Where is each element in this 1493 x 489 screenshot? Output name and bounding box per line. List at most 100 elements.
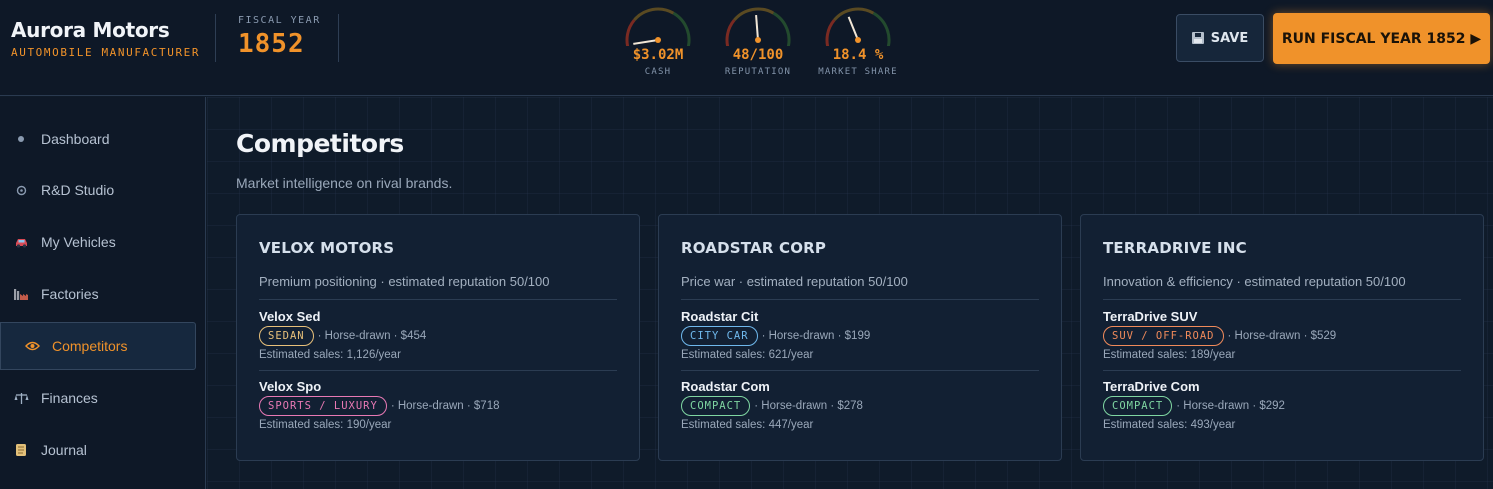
vehicle-name: TerraDrive SUV xyxy=(1103,309,1198,324)
gauge-hub xyxy=(855,37,861,43)
sidebar-item-label: My Vehicles xyxy=(41,234,116,250)
sidebar-item-label: R&D Studio xyxy=(41,182,115,198)
vehicle-name: Roadstar Com xyxy=(681,379,770,394)
gauge-hub xyxy=(655,37,661,43)
vehicle-name: TerraDrive Com xyxy=(1103,379,1200,394)
segment-badge: SPORTS / LUXURY xyxy=(259,396,387,416)
eye-icon xyxy=(24,338,40,354)
sidebar-item-my-vehicles[interactable]: My Vehicles xyxy=(0,218,196,266)
brand: Aurora Motors AUTOMOBILE MANUFACTURER xyxy=(11,18,200,59)
fiscal-year-display: FISCAL YEAR 1852 xyxy=(238,15,321,59)
vehicle-sales: Estimated sales: 447/year xyxy=(681,419,814,431)
segment-badge: CITY CAR xyxy=(681,326,758,346)
vehicle-details: · Horse-drawn · $454 xyxy=(317,330,427,342)
gauge-arc xyxy=(725,19,736,46)
sidebar-item-label: Journal xyxy=(41,442,87,458)
fiscal-year-label: FISCAL YEAR xyxy=(238,15,321,26)
gauge-arc xyxy=(625,19,636,46)
gauge-arc xyxy=(872,11,891,46)
vehicle-sales: Estimated sales: 621/year xyxy=(681,349,814,361)
page-subtitle: Market intelligence on rival brands. xyxy=(236,175,453,191)
competitor-name: TERRADRIVE INC xyxy=(1103,239,1247,257)
gauge-needle xyxy=(755,14,759,41)
vehicle-sales: Estimated sales: 493/year xyxy=(1103,419,1236,431)
brand-subtitle: AUTOMOBILE MANUFACTURER xyxy=(11,46,201,59)
sidebar-item-factories[interactable]: Factories xyxy=(0,270,196,318)
main-content: Competitors Market intelligence on rival… xyxy=(207,97,1493,489)
competitor-card: VELOX MOTORS Premium positioning · estim… xyxy=(236,214,640,461)
sidebar-item-rd-studio[interactable]: R&D Studio xyxy=(0,166,196,214)
sidebar-item-label: Dashboard xyxy=(41,131,110,147)
gear-icon xyxy=(13,182,29,198)
reputation-value: 48/100 xyxy=(732,47,784,63)
cash-gauge: $3.02M CASH xyxy=(608,2,708,88)
save-button[interactable]: SAVE xyxy=(1176,14,1264,62)
gauge-needle xyxy=(847,16,859,41)
sidebar-item-competitors[interactable]: Competitors xyxy=(0,322,196,370)
vehicle-entry: TerraDrive Com COMPACT · Horse-drawn · $… xyxy=(1103,379,1285,431)
divider xyxy=(681,370,1039,371)
divider xyxy=(681,299,1039,300)
sidebar-item-label: Factories xyxy=(41,286,99,302)
vehicle-sales: Estimated sales: 189/year xyxy=(1103,349,1236,361)
vehicle-sales: Estimated sales: 190/year xyxy=(259,419,392,431)
sidebar-item-dashboard[interactable]: Dashboard xyxy=(0,115,196,163)
cash-value: $3.02M xyxy=(632,47,684,63)
divider xyxy=(259,299,617,300)
segment-badge: COMPACT xyxy=(681,396,751,416)
top-bar: Aurora Motors AUTOMOBILE MANUFACTURER FI… xyxy=(0,0,1493,96)
scales-icon xyxy=(13,390,29,406)
competitor-name: VELOX MOTORS xyxy=(259,239,395,257)
market-share-value: 18.4 % xyxy=(832,47,884,63)
vehicle-name: Velox Spo xyxy=(259,379,322,394)
brand-name: Aurora Motors xyxy=(11,18,170,42)
cash-gauge-dial xyxy=(625,7,691,46)
vehicle-name: Roadstar Cit xyxy=(681,309,759,324)
competitor-description: Innovation & efficiency · estimated repu… xyxy=(1103,274,1406,289)
market-share-label: MARKET SHARE xyxy=(818,67,898,77)
vehicle-details: · Horse-drawn · $718 xyxy=(390,400,500,412)
gauge-needle xyxy=(633,39,659,45)
header-divider xyxy=(338,14,339,62)
competitor-card: TERRADRIVE INC Innovation & efficiency ·… xyxy=(1080,214,1484,461)
vehicle-entry: Velox Spo SPORTS / LUXURY · Horse-drawn … xyxy=(259,379,499,431)
car-icon xyxy=(13,234,29,250)
competitor-description: Price war · estimated reputation 50/100 xyxy=(681,274,908,289)
segment-badge: COMPACT xyxy=(1103,396,1173,416)
fiscal-year-value: 1852 xyxy=(238,29,305,59)
vehicle-details: · Horse-drawn · $292 xyxy=(1176,400,1285,412)
header-divider xyxy=(215,14,216,62)
sidebar: Dashboard R&D Studio My Vehicles Factori… xyxy=(0,97,206,489)
vehicle-entry: TerraDrive SUV SUV / OFF-ROAD · Horse-dr… xyxy=(1103,309,1336,361)
reputation-label: REPUTATION xyxy=(724,67,792,77)
run-fiscal-year-button[interactable]: RUN FISCAL YEAR 1852 ▶ xyxy=(1273,13,1490,64)
competitor-description: Premium positioning · estimated reputati… xyxy=(259,274,550,289)
factory-icon xyxy=(13,286,29,302)
page-title: Competitors xyxy=(236,129,404,158)
reputation-gauge: 48/100 REPUTATION xyxy=(708,2,808,88)
sidebar-item-label: Finances xyxy=(41,390,98,406)
gauge-arc xyxy=(833,7,875,22)
market-share-gauge: 18.4 % MARKET SHARE xyxy=(808,2,908,88)
segment-badge: SEDAN xyxy=(259,326,314,346)
competitor-name: ROADSTAR CORP xyxy=(681,239,827,257)
cash-label: CASH xyxy=(644,67,672,77)
dot-icon xyxy=(13,131,29,147)
divider xyxy=(1103,370,1461,371)
vehicle-entry: Roadstar Com COMPACT · Horse-drawn · $27… xyxy=(681,379,863,431)
gauge-hub xyxy=(755,37,761,43)
reputation-gauge-dial xyxy=(725,7,791,46)
vehicle-sales: Estimated sales: 1,126/year xyxy=(259,349,401,361)
market-share-gauge-dial xyxy=(825,7,891,46)
gauge-arc xyxy=(825,19,836,46)
sidebar-item-finances[interactable]: Finances xyxy=(0,374,196,422)
gauge-arc xyxy=(633,7,675,22)
sidebar-item-label: Competitors xyxy=(52,338,128,354)
sidebar-item-journal[interactable]: Journal xyxy=(0,426,196,474)
vehicle-name: Velox Sed xyxy=(259,309,321,324)
gauge-arc xyxy=(733,7,775,22)
vehicle-entry: Velox Sed SEDAN · Horse-drawn · $454 Est… xyxy=(259,309,426,361)
save-button-label: SAVE xyxy=(1210,30,1249,46)
vehicle-entry: Roadstar Cit CITY CAR · Horse-drawn · $1… xyxy=(681,309,870,361)
vehicle-details: · Horse-drawn · $199 xyxy=(761,330,871,342)
